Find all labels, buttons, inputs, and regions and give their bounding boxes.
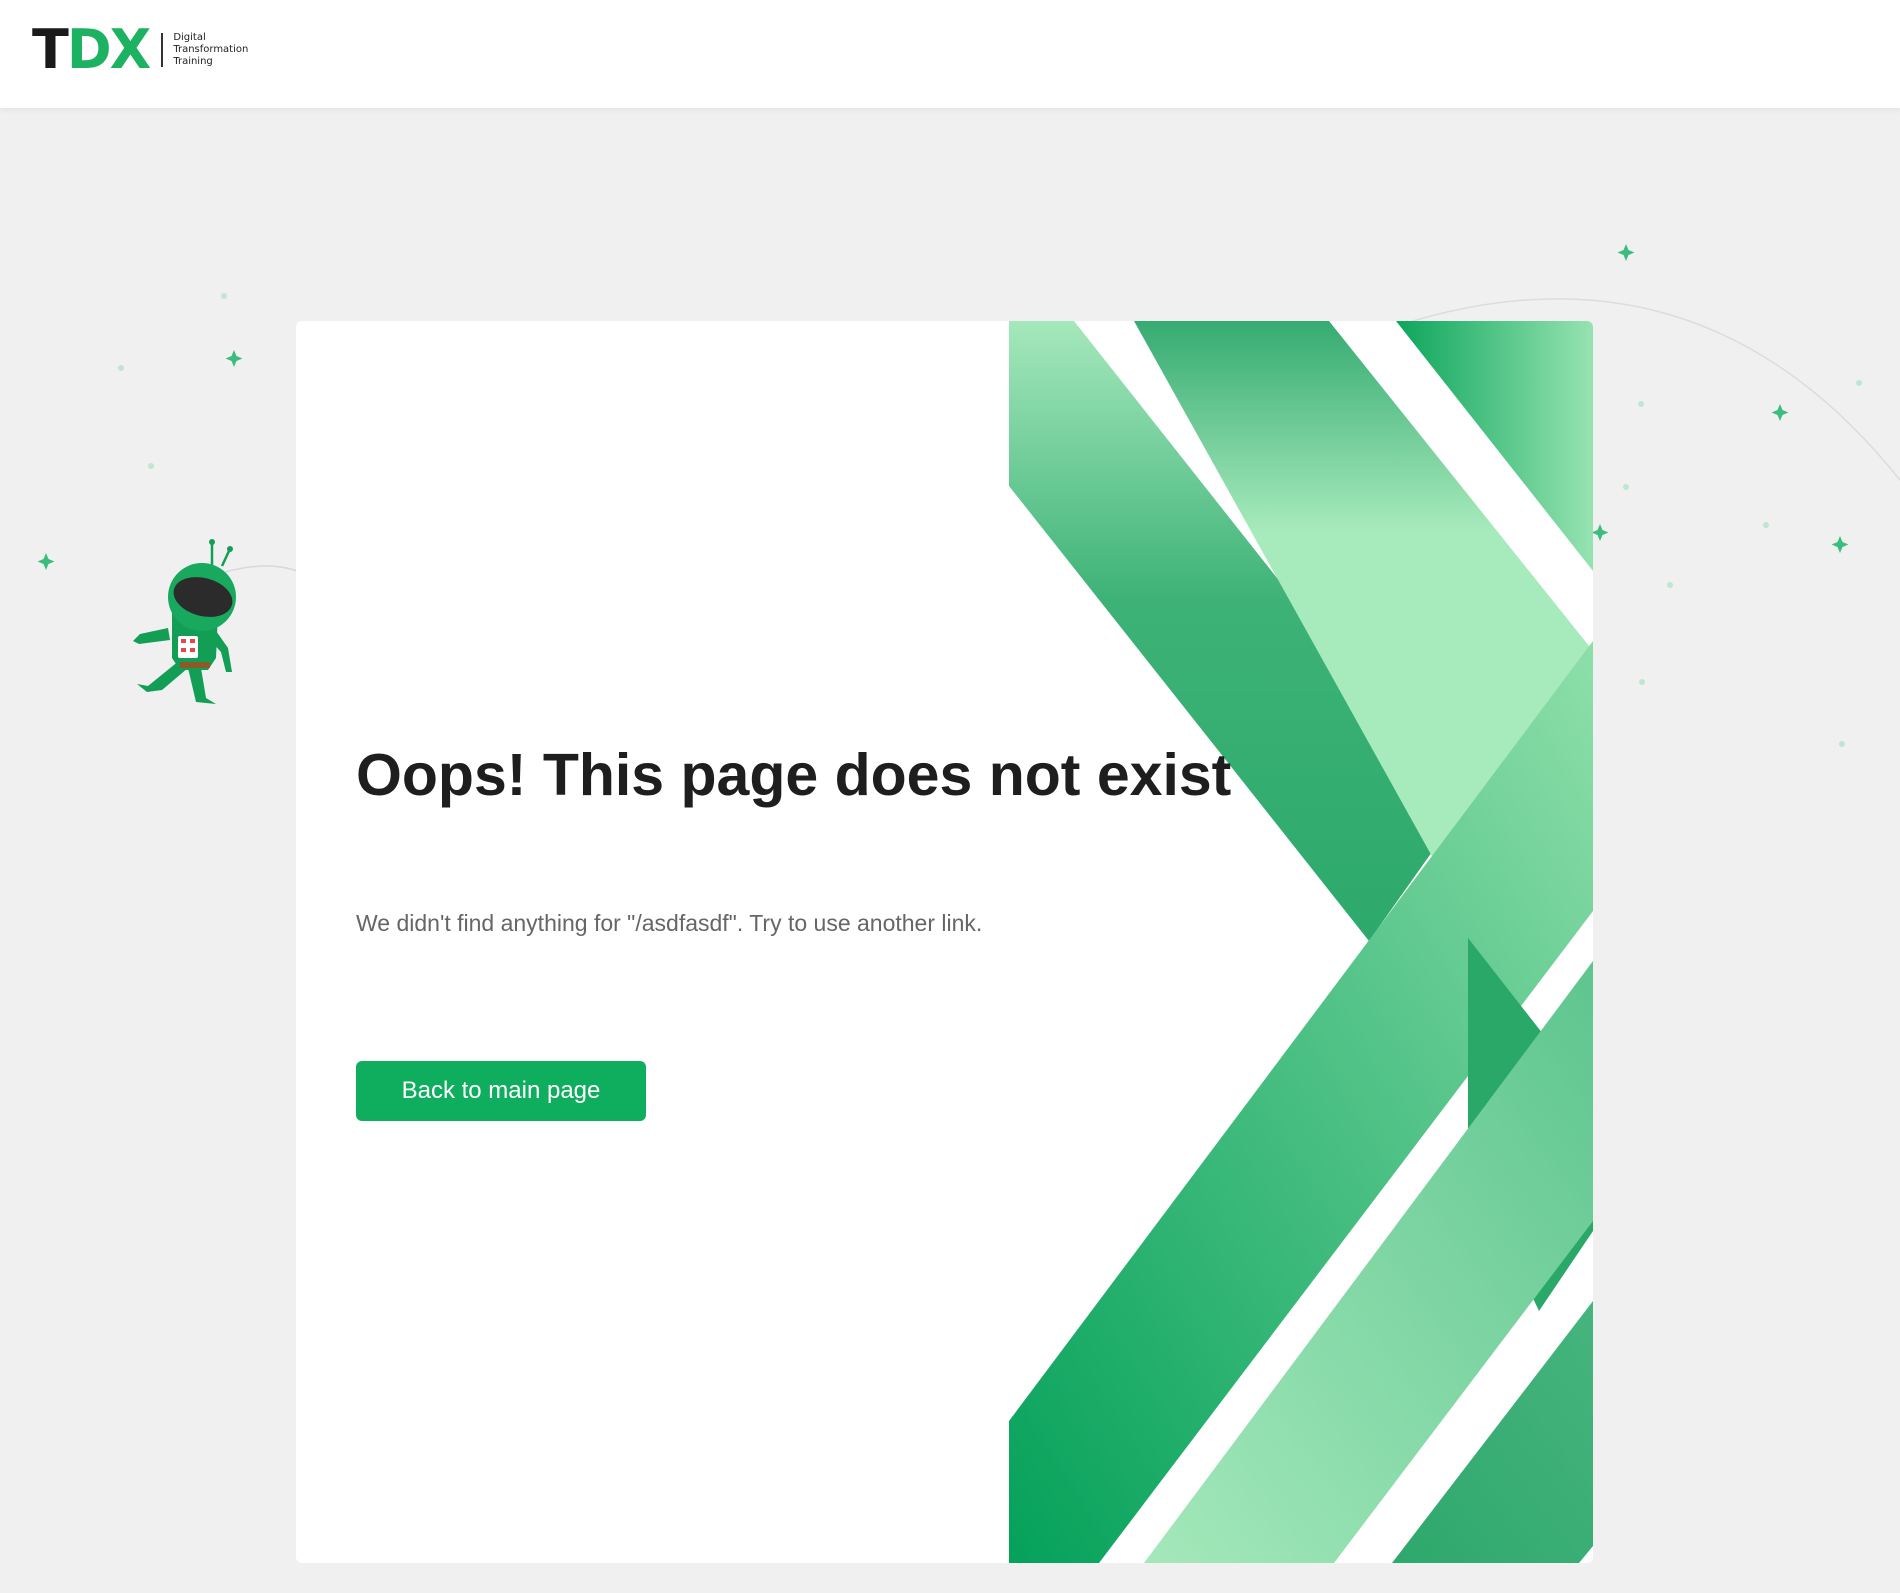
logo-tagline-line-3: Training xyxy=(173,56,213,67)
faint-star-icon xyxy=(221,293,227,299)
faint-star-icon xyxy=(118,365,124,371)
sparkle-star-icon xyxy=(37,553,55,570)
faint-star-icon xyxy=(1763,522,1769,528)
sparkle-star-icon xyxy=(1771,404,1789,421)
page-title: Oops! This page does not exist xyxy=(356,742,1232,808)
logo-divider xyxy=(161,33,164,67)
green-stripes-art xyxy=(1009,321,1593,1563)
tdx-logo[interactable]: TDX Digital Transformation Training xyxy=(32,22,248,78)
sparkle-star-icon xyxy=(225,350,243,367)
sparkle-star-icon xyxy=(1617,244,1635,261)
back-to-main-page-button[interactable]: Back to main page xyxy=(356,1061,646,1121)
astronaut-mascot-icon xyxy=(133,539,236,704)
logo-mark-t: T xyxy=(32,18,69,81)
error-card: Oops! This page does not exist We didn't… xyxy=(296,321,1593,1563)
logo-tagline: Digital Transformation Training xyxy=(173,32,248,68)
site-header: TDX Digital Transformation Training xyxy=(0,0,1900,108)
sparkle-star-icon xyxy=(1831,536,1849,553)
faint-star-icon xyxy=(1639,679,1645,685)
logo-tagline-line-2: Transformation xyxy=(173,44,249,55)
faint-star-icon xyxy=(148,463,154,469)
orbit-arc-left xyxy=(224,565,301,573)
logo-mark: TDX xyxy=(32,22,151,78)
logo-tagline-line-1: Digital xyxy=(173,32,206,43)
faint-star-icon xyxy=(1667,582,1673,588)
faint-star-icon xyxy=(1856,380,1862,386)
faint-star-icon xyxy=(1638,401,1644,407)
logo-mark-dx: DX xyxy=(66,18,151,81)
sparkle-star-icon xyxy=(1591,524,1609,541)
faint-star-icon xyxy=(1623,484,1629,490)
error-message: We didn't find anything for "/asdfasdf".… xyxy=(356,910,983,936)
faint-star-icon xyxy=(1839,741,1845,747)
